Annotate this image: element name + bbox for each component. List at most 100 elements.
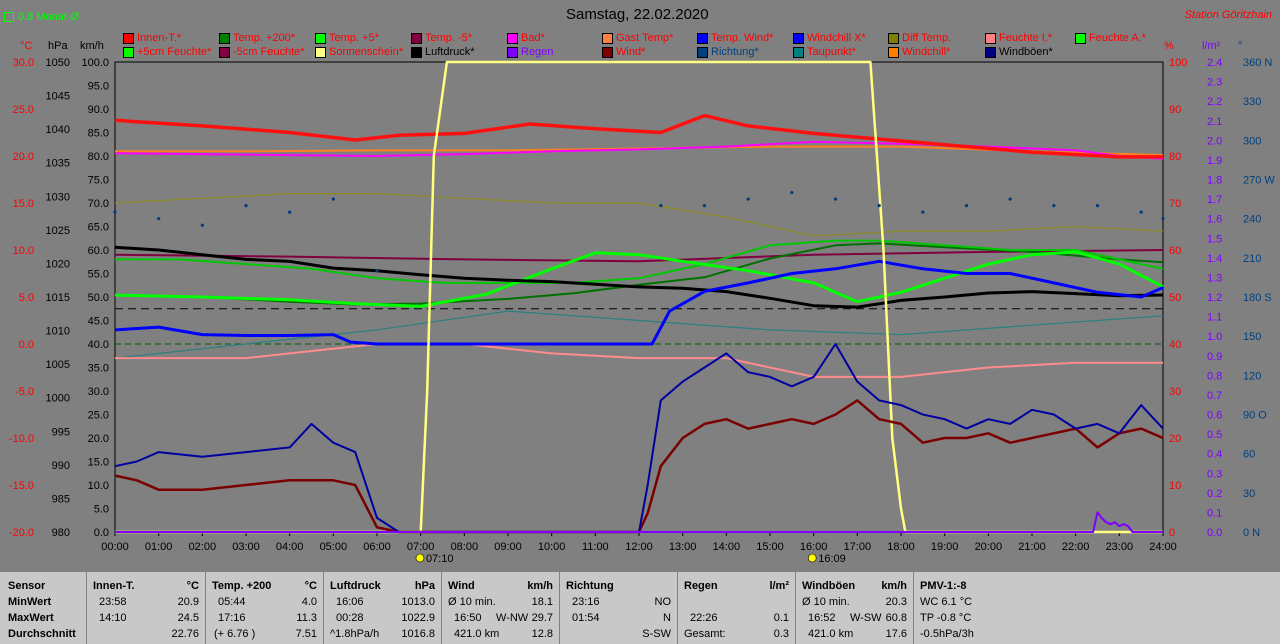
wind-tick-label: 70.0 [88,198,109,210]
chart-svg: 30.0 25.0 20.0 15.0 10.0 5.0 0.0 -5.0 -10.0 -15.0… [9,57,1275,565]
monthly-avg-label: 0.8 Monat-Ø [18,11,80,23]
wind-tick-label: 75.0 [88,175,109,187]
time-tick-label: 15:00 [756,541,784,553]
temp-tick-label: 0.0 [19,339,34,351]
legend-swatch [697,32,708,44]
time-tick-label: 23:00 [1106,541,1134,553]
temp200-min-time: 05:44 [218,596,246,608]
legend-label: +5cm Feuchte* [137,46,212,58]
rain-tick-label: 0.2 [1207,488,1222,500]
rain-header: Regen [684,580,718,592]
wind-tick-label: 55.0 [88,269,109,281]
pressure-min-time: 16:06 [336,596,364,608]
time-tick-label: 16:00 [800,541,828,553]
humidity-tick-label: 100 [1169,57,1187,69]
series-temp-wind [114,259,1164,346]
pressure-tick-label: 1020 [46,258,70,270]
pressure-unit: hPa [414,580,435,592]
legend-item: Innen-T.* [123,32,181,44]
direction-point [1052,204,1056,208]
direction-point [659,204,663,208]
gusts-row1-label: Ø 10 min. [802,596,850,608]
direction-point [790,190,794,195]
wind-row2-dir: W-NW [496,612,529,624]
temp200-unit: °C [304,580,317,592]
legend-swatch [315,32,326,44]
sunset-time-label: 16:09 [818,553,846,565]
stats-footer: Sensor MinWert MaxWert Durchschnitt Inne… [0,572,1280,644]
legend-item: Temp. -5* [411,32,472,44]
rain-tick-label: 0.9 [1207,351,1222,363]
sunrise-time-label: 07:10 [426,553,454,565]
wind-tick-label: 100.0 [81,57,109,69]
legend-item: Temp. +200* [219,32,295,44]
rain-tick-label: 1.5 [1207,233,1222,245]
time-tick-label: 17:00 [844,541,872,553]
gusts-row1-val: 20.3 [885,596,907,608]
rain-tick-label: 0.4 [1207,449,1222,461]
sensor-max: MaxWert [8,612,54,624]
pressure-avg-extra: ^1.8hPa/h [330,628,380,640]
legend-label: Innen-T.* [137,32,182,44]
gusts-unit: km/h [881,580,907,592]
legend-item: Feuchte A.* [1075,32,1146,44]
pressure-tick-label: 1045 [46,91,70,103]
rain-tick-label: 2.3 [1207,77,1222,89]
legend-item: Sonnenschein* [315,46,403,58]
direction-point [1008,197,1012,201]
wind-row2-time: 16:50 [454,612,482,624]
legend-label: Taupunkt* [807,46,856,58]
legend-label: Diff Temp. [902,32,952,44]
unit-temp: °C [20,40,33,52]
legend-label: Richtung* [711,46,759,58]
legend-item: Temp. +5* [315,32,379,44]
innen-header: Innen-T. [93,580,135,592]
legend-swatch [219,32,230,44]
unit-wind: km/h [80,40,104,52]
legend-label: Feuchte A.* [1089,32,1146,44]
wind-row2-val: 29.7 [531,612,553,624]
direction-row2-time: 01:54 [572,612,600,624]
sensor-header: Sensor [8,580,46,592]
pmv-header: PMV-1:-8 [920,580,967,592]
wind-tick-label: 50.0 [88,292,109,304]
wind-tick-label: 30.0 [88,386,109,398]
legend-item: Taupunkt* [793,46,856,58]
pressure-tick-label: 1025 [46,225,70,237]
direction-point [244,204,248,208]
time-tick-label: 01:00 [145,541,173,553]
monthly-avg: 0.8 Monat-Ø [4,11,79,23]
time-tick-label: 08:00 [451,541,479,553]
pressure-tick-label: 1040 [46,124,70,136]
gusts-row3-val: 17.6 [885,628,907,640]
time-tick-label: 00:00 [101,541,129,553]
col-temp200: Temp. +200 °C 05:44 4.0 17:16 11.3 (+ 6.76 … [206,572,324,644]
col-gusts: Windböen km/h Ø 10 min. 20.3 16:52 W-SW 60.8… [796,572,914,644]
rain-tick-label: 0.3 [1207,468,1222,480]
legend-label: Luftdruck* [425,46,475,58]
rain-tick-label: 1.4 [1207,253,1222,265]
pressure-tick-label: 1000 [46,393,70,405]
humidity-tick-label: 30 [1169,386,1181,398]
temp-tick-label: 20.0 [13,151,34,163]
legend-swatch [411,32,422,44]
sensor-min: MinWert [8,596,52,608]
wind-tick-label: 20.0 [88,433,109,445]
chart-area: 30.0 25.0 20.0 15.0 10.0 5.0 0.0 -5.0 -10.0 -15.0… [0,0,1280,572]
innen-min-val: 20.9 [177,596,199,608]
time-tick-label: 22:00 [1062,541,1090,553]
direction-tick-label: 270 W [1243,175,1275,187]
legend-swatch [985,46,996,58]
legend-label: Gast Temp* [616,32,674,44]
legend-swatch [793,32,804,44]
wind-tick-label: 95.0 [88,81,109,93]
wind-tick-label: 35.0 [88,363,109,375]
pressure-tick-label: 1015 [46,292,70,304]
direction-point [113,210,117,214]
legend-swatch [507,46,518,58]
unit-humidity: % [1164,40,1174,52]
rain-row2-val: 0.1 [773,612,789,624]
humidity-tick-label: 40 [1169,339,1181,351]
time-tick-label: 14:00 [713,541,741,553]
innen-unit: °C [186,580,199,592]
